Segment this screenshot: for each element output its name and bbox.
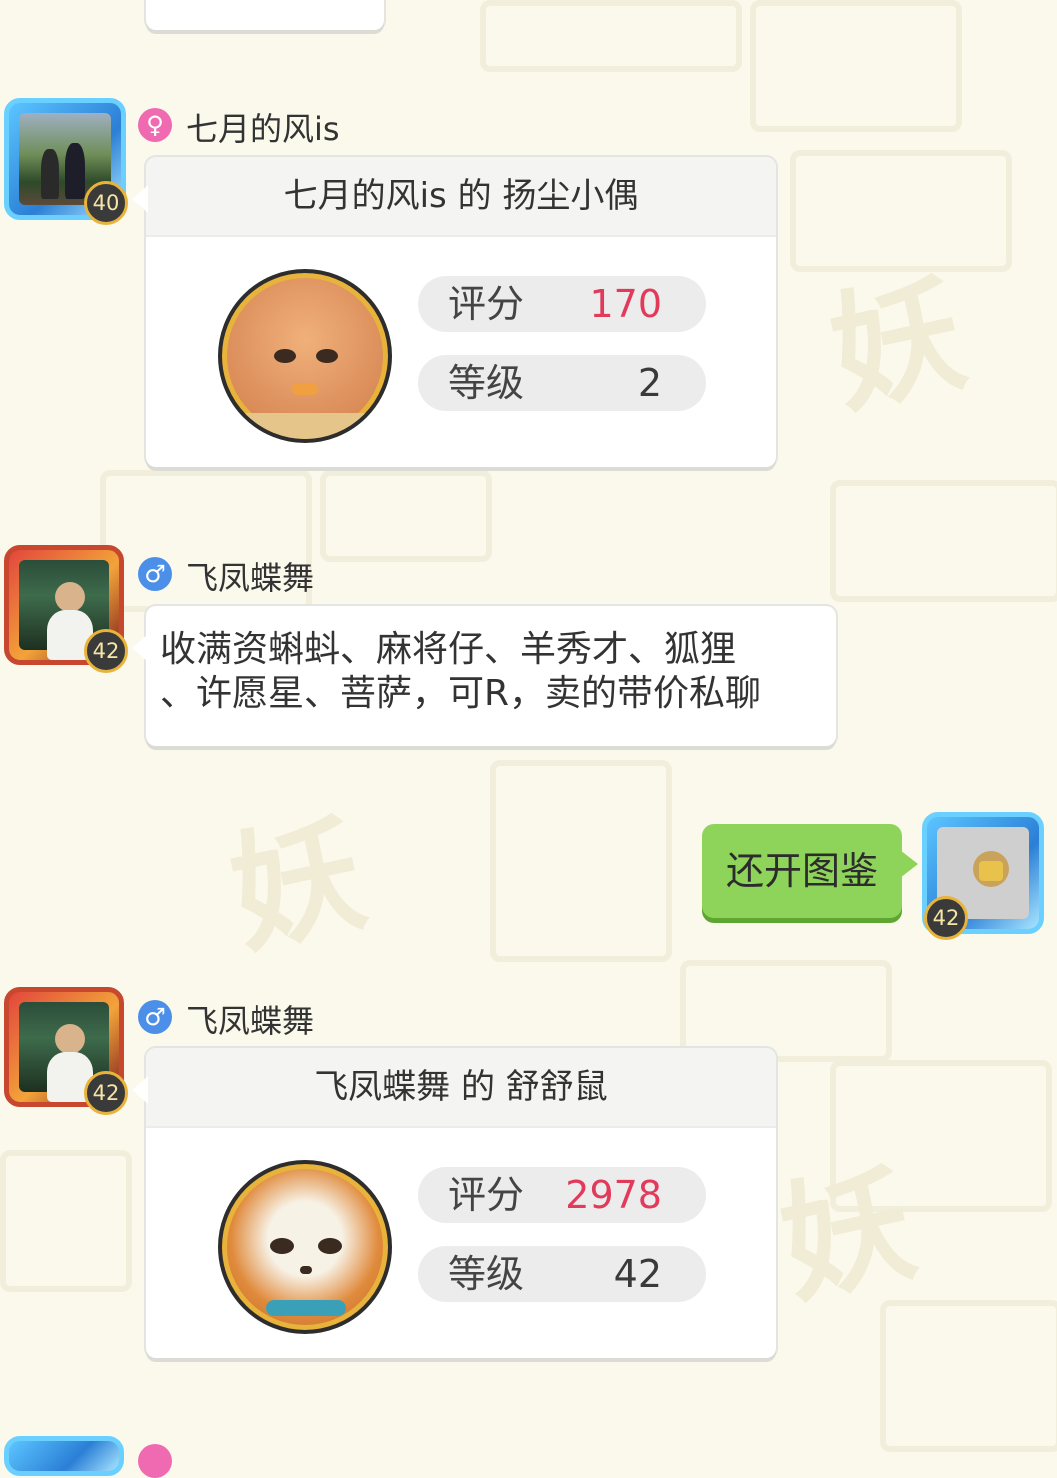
- previous-message-bubble: [146, 0, 384, 30]
- male-icon: ♂: [138, 1000, 172, 1034]
- next-message-avatar[interactable]: [4, 1436, 124, 1476]
- bubble-tail: [132, 1076, 148, 1104]
- bubble-tail: [132, 185, 148, 213]
- score-stat: 评分 2978: [418, 1167, 706, 1223]
- pet-card-title: 飞凤蝶舞 的 舒舒鼠: [146, 1048, 776, 1128]
- pet-card-title: 七月的风is 的 扬尘小偶: [146, 157, 776, 237]
- message-line: 收满资蝌蚪、麻将仔、羊秀才、狐狸: [160, 629, 737, 670]
- user-level-badge: 42: [84, 629, 128, 673]
- score-value: 170: [589, 282, 662, 326]
- username[interactable]: 飞凤蝶舞: [186, 553, 314, 599]
- bubble-tail: [132, 634, 148, 662]
- level-value: 42: [613, 1252, 662, 1296]
- username[interactable]: 七月的风is: [186, 104, 340, 150]
- pet-portrait: [218, 1160, 392, 1334]
- level-stat: 等级 2: [418, 355, 706, 411]
- score-label: 评分: [448, 282, 525, 326]
- message-text: 收满资蝌蚪、麻将仔、羊秀才、狐狸 、许愿星、菩萨，可R，卖的带价私聊: [146, 606, 836, 738]
- male-icon: ♂: [138, 557, 172, 591]
- user-level-badge: 40: [84, 181, 128, 225]
- message-text: 还开图鉴: [725, 849, 878, 893]
- pet-portrait: [218, 269, 392, 443]
- pet-card[interactable]: 七月的风is 的 扬尘小偶 评分 170 等级 2: [132, 157, 776, 467]
- bubble-tail: [900, 850, 918, 878]
- text-bubble[interactable]: 收满资蝌蚪、麻将仔、羊秀才、狐狸 、许愿星、菩萨，可R，卖的带价私聊: [132, 606, 836, 746]
- level-label: 等级: [448, 1252, 525, 1296]
- score-value: 2978: [565, 1173, 662, 1217]
- female-icon: ♀: [138, 108, 172, 142]
- user-level-badge: 42: [84, 1071, 128, 1115]
- username[interactable]: 飞凤蝶舞: [186, 996, 314, 1042]
- level-stat: 等级 42: [418, 1246, 706, 1302]
- female-icon: [138, 1444, 172, 1478]
- self-text-bubble[interactable]: 还开图鉴: [702, 824, 918, 918]
- self-level-badge: 42: [924, 896, 968, 940]
- pet-card[interactable]: 飞凤蝶舞 的 舒舒鼠 评分 2978 等级 42: [132, 1048, 776, 1358]
- score-label: 评分: [448, 1173, 525, 1217]
- score-stat: 评分 170: [418, 276, 706, 332]
- level-label: 等级: [448, 361, 525, 405]
- level-value: 2: [637, 361, 662, 405]
- message-line: 、许愿星、菩萨，可R，卖的带价私聊: [160, 673, 762, 714]
